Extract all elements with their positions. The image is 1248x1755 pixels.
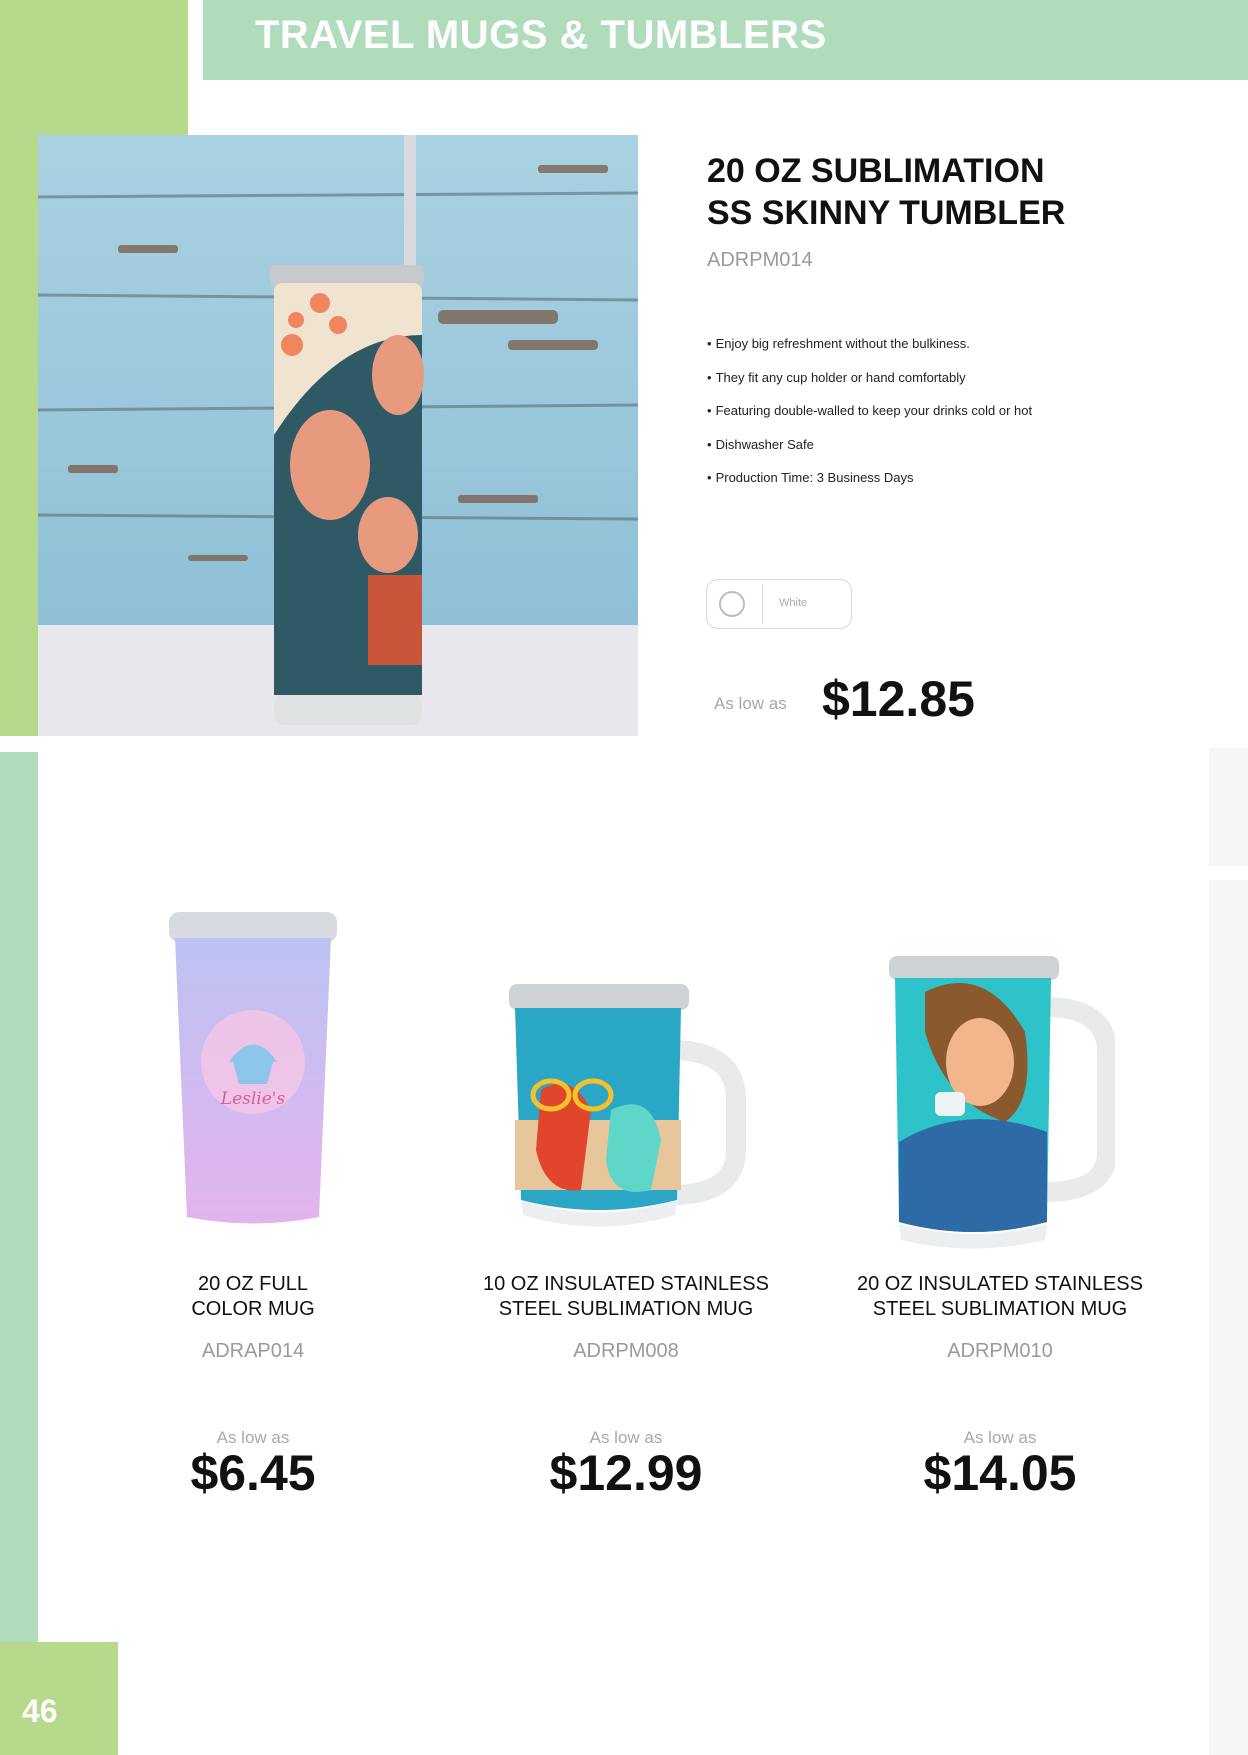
product-name-line2: STEEL SUBLIMATION MUG (498, 1298, 754, 1320)
feature-item: • Featuring double-walled to keep your dr… (707, 403, 1187, 419)
product-name: 20 OZ FULL COLOR MUG (83, 1272, 423, 1322)
product-name: 20 OZ INSULATED STAINLESS STEEL SUBLIMAT… (830, 1272, 1170, 1322)
feature-text: Dishwasher Safe (715, 436, 814, 452)
product-price: $14.05 (923, 1445, 1077, 1501)
feature-item: • They fit any cup holder or hand comfort… (707, 370, 1187, 386)
bullet-symbol: • (707, 436, 712, 452)
swatch-divider (762, 584, 763, 624)
featured-price-prefix: As low as (714, 694, 787, 713)
bullet-symbol: • (707, 403, 712, 418)
product-sku: ADRAP014 (201, 1340, 305, 1362)
product-price: $6.45 (190, 1445, 316, 1501)
product-image (501, 980, 751, 1240)
product-name-line2: COLOR MUG (191, 1298, 315, 1320)
featured-product-image (38, 135, 638, 736)
feature-item: • Production Time: 3 Business Days (707, 470, 1187, 486)
feature-text: Featuring double-walled to keep your dri… (715, 403, 1033, 418)
color-option-white[interactable]: White (706, 579, 852, 629)
featured-product-name: 20 OZ SUBLIMATION SS SKINNY TUMBLER (707, 150, 1187, 234)
featured-product-name-line1: 20 OZ SUBLIMATION (707, 152, 1045, 190)
page-number-block (0, 1642, 118, 1755)
product-name: 10 OZ INSULATED STAINLESS STEEL SUBLIMAT… (456, 1272, 796, 1322)
featured-product-name-line2: SS SKINNY TUMBLER (707, 194, 1066, 232)
feature-text: Production Time: 3 Business Days (715, 470, 914, 485)
product-name-line1: 10 OZ INSULATED STAINLESS (482, 1273, 769, 1295)
product-name-line1: 20 OZ FULL (197, 1273, 309, 1295)
color-option-label: White (779, 597, 808, 609)
left-accent-strip (0, 752, 38, 1755)
product-card[interactable]: 10 OZ INSULATED STAINLESS STEEL SUBLIMAT… (456, 900, 796, 1501)
bullet-symbol: • (707, 369, 712, 385)
featured-product-sku: ADRPM014 (707, 249, 813, 271)
product-logo-text: Leslie's (220, 1089, 286, 1109)
featured-price: $12.85 (822, 671, 975, 727)
product-price: $12.99 (549, 1445, 703, 1501)
right-edge-strip-bottom (1209, 880, 1248, 1755)
color-swatch (719, 591, 745, 617)
feature-item: • Enjoy big refreshment without the bulki… (707, 336, 1187, 352)
feature-text: They fit any cup holder or hand comforta… (715, 369, 966, 385)
product-name-line2: STEEL SUBLIMATION MUG (872, 1298, 1128, 1320)
product-name-line1: 20 OZ INSULATED STAINLESS (856, 1273, 1143, 1295)
feature-text: Enjoy big refreshment without the bulkin… (715, 336, 970, 351)
product-sku: ADRPM010 (947, 1340, 1053, 1362)
section-title: TRAVEL MUGS & TUMBLERS (255, 13, 827, 57)
right-edge-strip-top (1209, 748, 1248, 866)
product-card[interactable]: Leslie's 20 OZ FULL COLOR MUG ADRAP014 A… (83, 900, 423, 1501)
featured-feature-list: • Enjoy big refreshment without the bulki… (707, 336, 1187, 504)
bullet-symbol: • (707, 470, 712, 485)
product-sku: ADRPM008 (573, 1340, 679, 1362)
page-number: 46 (22, 1693, 58, 1729)
product-image: Leslie's (163, 912, 343, 1232)
product-card[interactable]: 20 OZ INSULATED STAINLESS STEEL SUBLIMAT… (830, 900, 1170, 1501)
feature-item: • Dishwasher Safe (707, 437, 1187, 453)
product-image (885, 952, 1117, 1252)
bullet-symbol: • (707, 336, 712, 351)
